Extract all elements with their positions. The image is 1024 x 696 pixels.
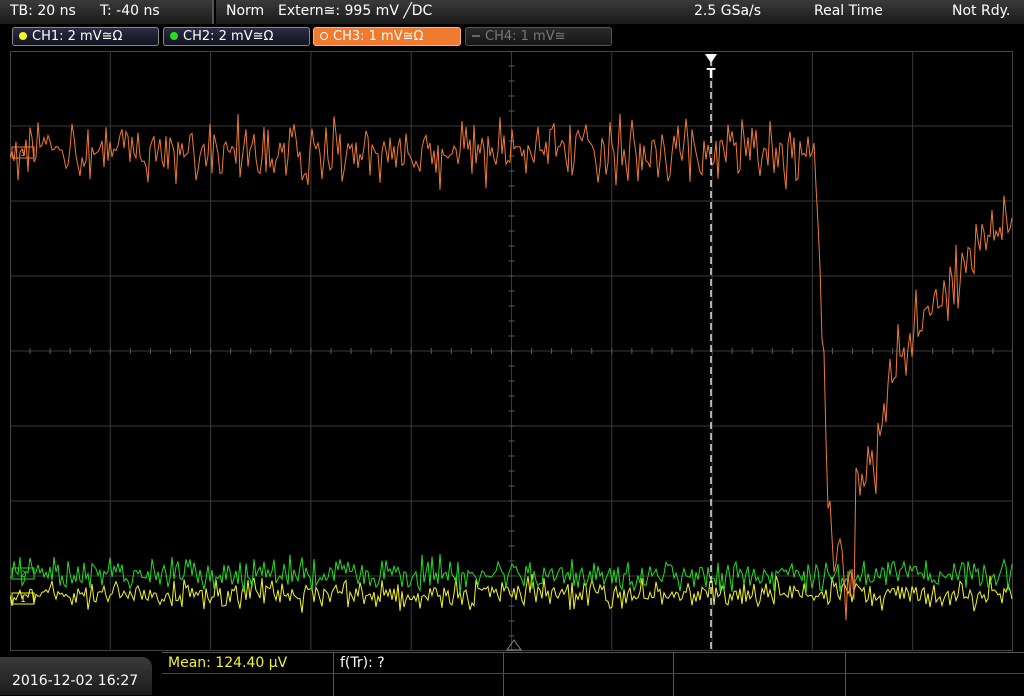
trigger-marker-label: T (707, 67, 716, 82)
ch3-level-label: 3 (20, 149, 26, 159)
datetime-panel: 2016-12-02 16:27 (0, 657, 152, 695)
measurement-cell-empty-4[interactable] (674, 653, 846, 696)
mean-measurement: Mean: 124.40 µV (168, 655, 288, 671)
ch4-off-icon (472, 35, 480, 37)
channel-tab-ch3[interactable]: CH3: 1 mV≅Ω (313, 27, 461, 46)
channel-tab-ch2[interactable]: CH2: 2 mV≅Ω (163, 27, 310, 46)
ch1-indicator-icon (19, 32, 27, 40)
waveform-graticule[interactable]: T 3 2 1 (10, 51, 1013, 651)
ch4-label: CH4: 1 mV≅ (485, 29, 566, 44)
channel-tab-ch4[interactable]: CH4: 1 mV≅ (465, 27, 612, 46)
datetime-label: 2016-12-02 16:27 (12, 673, 139, 689)
risetime-measurement: f(Tr): ? (340, 655, 385, 671)
acquisition-mode-label[interactable]: Real Time (814, 3, 883, 19)
ch2-level-label: 2 (20, 570, 26, 580)
center-position-marker-icon (506, 639, 522, 651)
measurement-cell-risetime[interactable]: f(Tr): ? (334, 653, 504, 696)
channel-tab-ch1[interactable]: CH1: 2 mV≅Ω (12, 27, 159, 46)
trigger-offset-label[interactable]: T: -40 ns (100, 3, 160, 19)
timebase-label[interactable]: TB: 20 ns (10, 3, 76, 19)
status-bar: TB: 20 ns T: -40 ns Norm Extern≅: 995 mV… (0, 0, 1024, 24)
channel-level-markers: 3 2 1 (11, 146, 35, 605)
channel-tabs: CH1: 2 mV≅Ω CH2: 2 mV≅Ω CH3: 1 mV≅Ω CH4:… (0, 26, 1024, 48)
trigger-arrow-icon (705, 54, 717, 63)
measurement-cell-mean[interactable]: Mean: 124.40 µV (162, 653, 334, 696)
ch3-indicator-icon (320, 32, 328, 40)
timebase-panel[interactable]: TB: 20 ns T: -40 ns (0, 0, 214, 24)
trigger-position-marker[interactable]: T (705, 54, 717, 651)
ch2-label: CH2: 2 mV≅Ω (183, 29, 274, 44)
sample-rate-label[interactable]: 2.5 GSa/s (694, 3, 761, 19)
measurement-bar: Mean: 124.40 µV f(Tr): ? (162, 652, 1024, 696)
acquisition-state-label: Not Rdy. (952, 3, 1011, 19)
measurement-cell-empty-3[interactable] (504, 653, 674, 696)
trigger-mode-label[interactable]: Norm (226, 3, 264, 19)
acquisition-panel: Norm Extern≅: 995 mV ╱DC 2.5 GSa/s Real … (216, 0, 1024, 24)
ch1-label: CH1: 2 mV≅Ω (32, 29, 123, 44)
measurement-cell-empty-5[interactable] (846, 653, 1024, 696)
trigger-source-label[interactable]: Extern≅: 995 mV ╱DC (278, 3, 432, 19)
ch2-indicator-icon (170, 32, 178, 40)
ch3-label: CH3: 1 mV≅Ω (333, 29, 424, 44)
ch1-level-label: 1 (20, 595, 26, 605)
measurement-divider (162, 673, 1024, 674)
